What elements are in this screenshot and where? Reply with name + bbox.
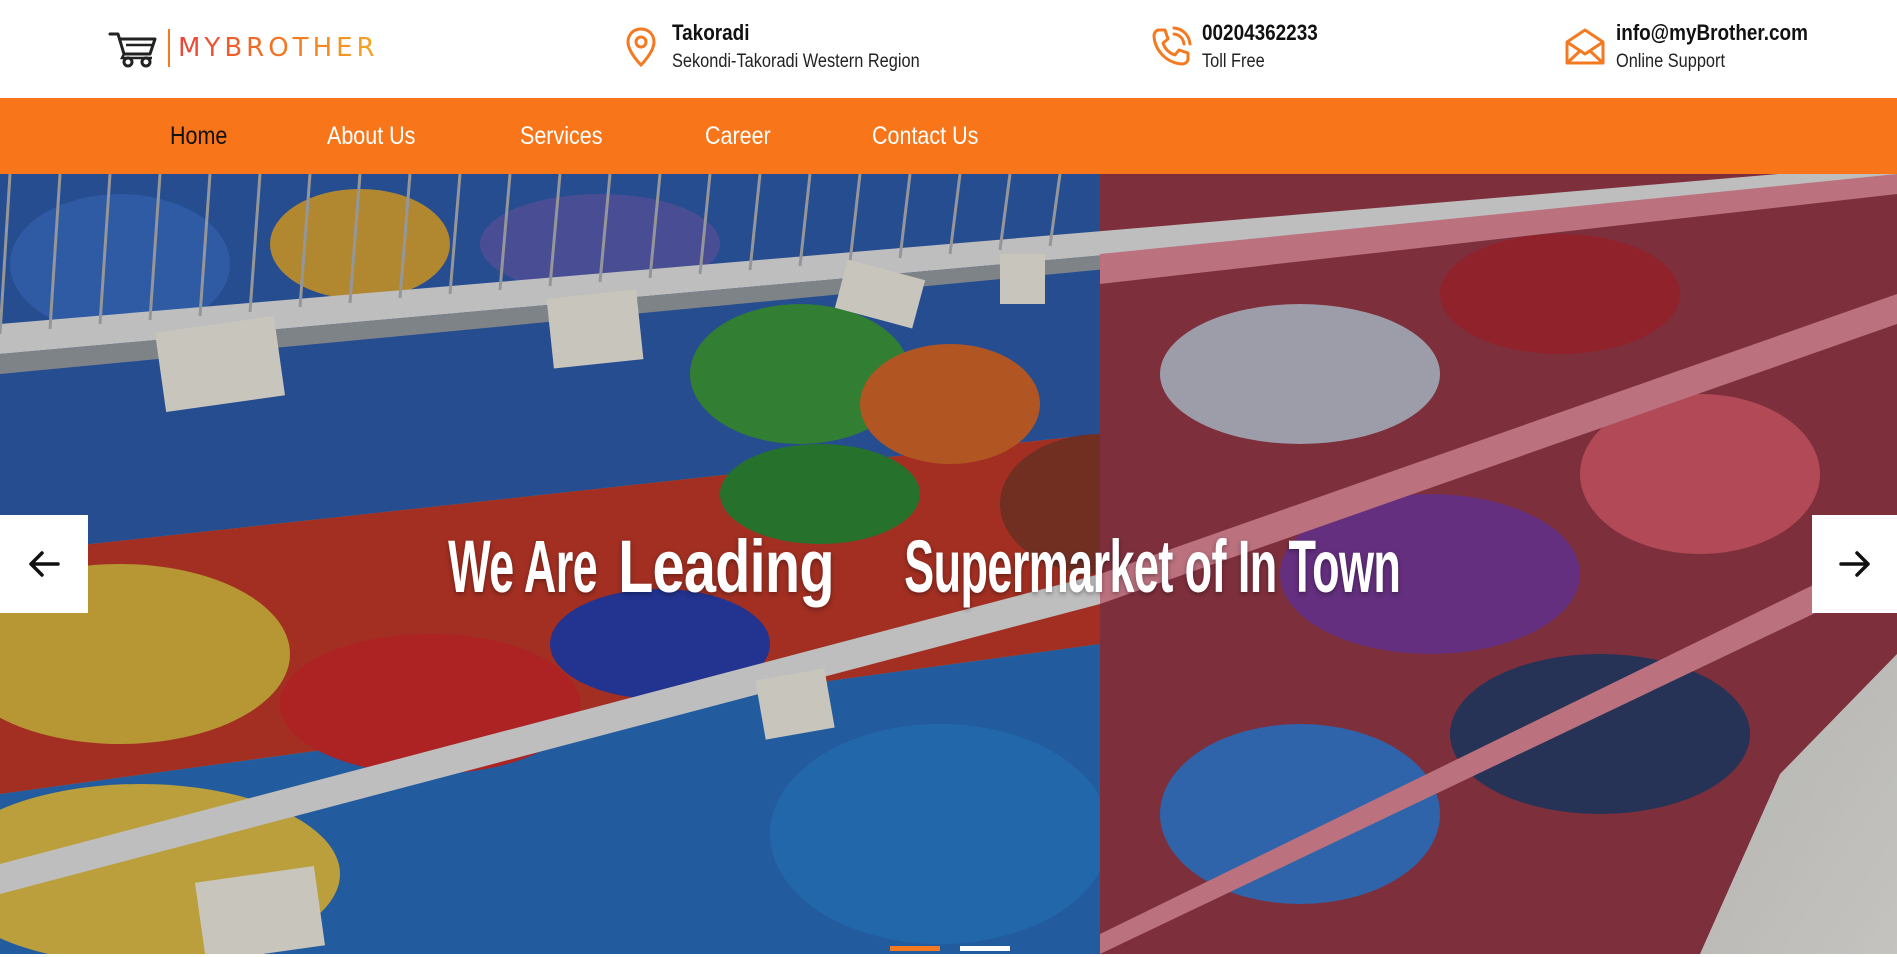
phone-icon	[1148, 24, 1194, 70]
shopping-cart-icon	[108, 32, 157, 68]
arrow-right-icon	[1838, 551, 1870, 577]
phone-subtitle: Toll Free	[1202, 51, 1265, 72]
slider-dot-1[interactable]	[890, 946, 940, 951]
headline-pre: We Are	[448, 525, 598, 608]
nav-item-home[interactable]: Home	[170, 122, 227, 151]
phone-info: 00204362233 Toll Free	[1148, 18, 1337, 76]
main-nav: Home About Us Services Career Contact Us	[0, 98, 1897, 174]
slider-next-button[interactable]	[1812, 515, 1897, 613]
nav-list: Home About Us Services Career Contact Us	[170, 98, 1086, 174]
location-subtitle: Sekondi-Takoradi Western Region	[672, 51, 920, 72]
slider-dot-2[interactable]	[960, 946, 1010, 951]
logo-divider	[168, 29, 170, 67]
top-header: MYBROTHER Takoradi Sekondi-Takoradi West…	[0, 0, 1897, 98]
nav-item-contact-us[interactable]: Contact Us	[872, 122, 978, 151]
map-pin-icon	[618, 24, 664, 70]
email-info: info@myBrother.com Online Support	[1562, 18, 1839, 76]
location-title: Takoradi	[672, 20, 750, 45]
slider-indicators	[890, 946, 1030, 951]
slider-prev-button[interactable]	[0, 515, 88, 613]
headline-bold: Leading	[618, 525, 835, 608]
nav-item-about-us[interactable]: About Us	[327, 122, 415, 151]
headline-post: Supermarket of In Town	[903, 525, 1401, 608]
nav-item-career[interactable]: Career	[705, 122, 771, 151]
email-subtitle: Online Support	[1616, 51, 1726, 72]
nav-item-services[interactable]: Services	[520, 122, 602, 151]
envelope-icon	[1562, 24, 1608, 70]
brand-name: MYBROTHER	[178, 33, 379, 63]
hero-headline: We Are Leading Supermarket of In Town	[0, 524, 1897, 609]
email-address[interactable]: info@myBrother.com	[1616, 18, 1808, 48]
arrow-left-icon	[29, 551, 60, 577]
hero-slider: We Are Leading Supermarket of In Town	[0, 174, 1897, 954]
brand-logo[interactable]: MYBROTHER	[108, 26, 379, 70]
location-info: Takoradi Sekondi-Takoradi Western Region	[618, 18, 960, 76]
phone-number[interactable]: 00204362233	[1202, 18, 1318, 48]
